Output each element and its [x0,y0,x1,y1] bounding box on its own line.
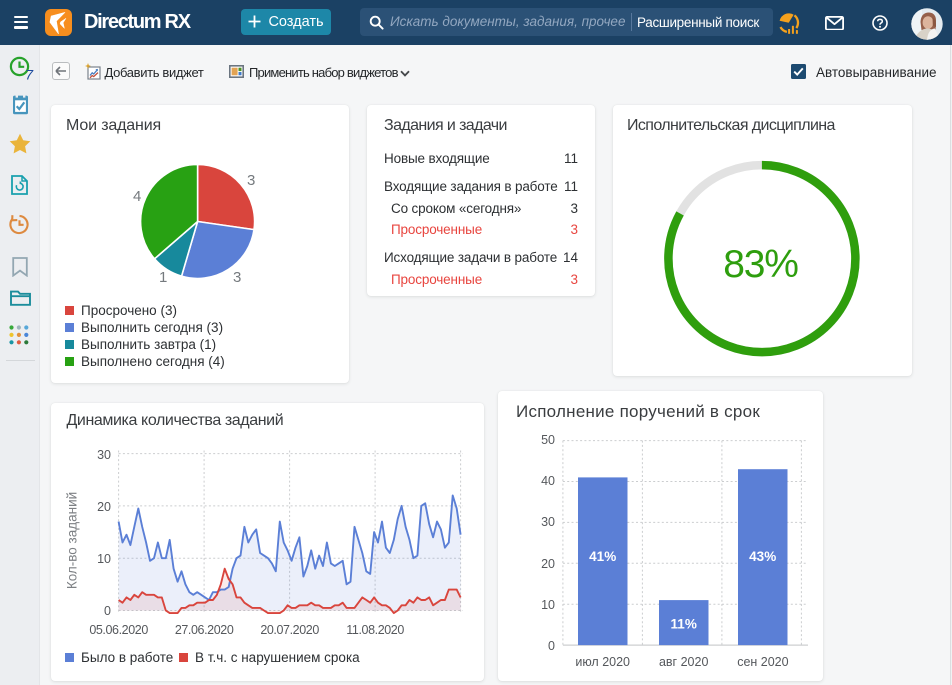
svg-text:11%: 11% [671,617,697,632]
svg-text:41%: 41% [589,549,616,564]
svg-text:43%: 43% [749,549,776,564]
svg-text:7: 7 [25,67,34,83]
